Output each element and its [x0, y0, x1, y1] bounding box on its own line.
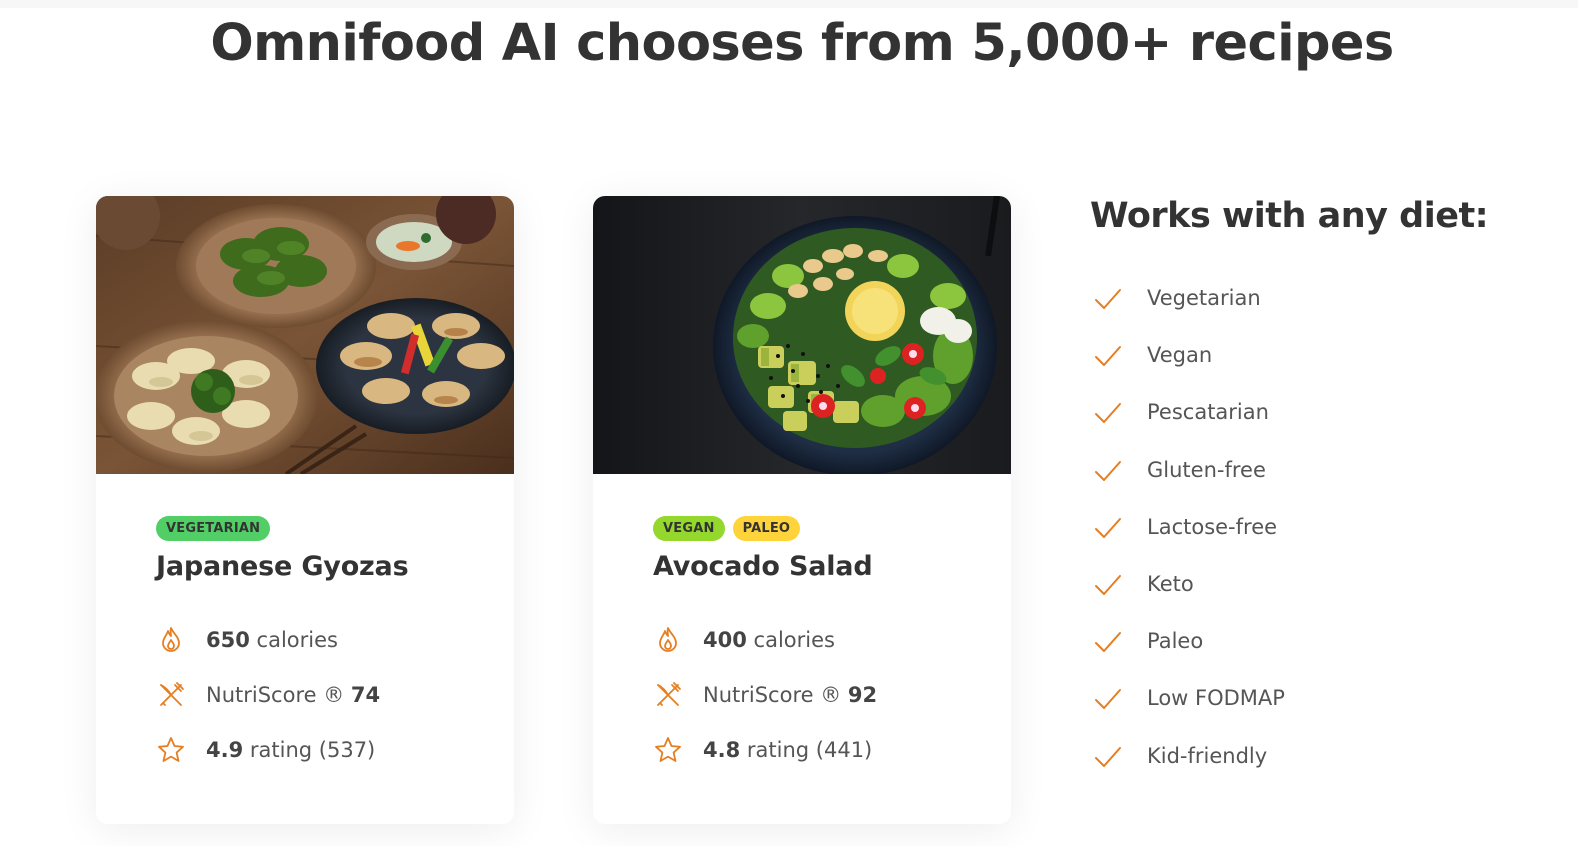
diet-item: Pescatarian: [1092, 396, 1285, 453]
top-band: [0, 0, 1578, 8]
tag-paleo: PALEO: [732, 516, 801, 541]
meal-calories: 400 calories: [653, 624, 835, 656]
meal-title[interactable]: Japanese Gyozas: [156, 551, 409, 582]
flame-icon: [653, 625, 683, 655]
diet-list: Vegetarian Vegan Pescatarian Gluten-free…: [1092, 282, 1285, 797]
meal-nutriscore: NutriScore ® 92: [653, 679, 877, 711]
meal-photo: [96, 196, 514, 474]
checkmark-icon: [1095, 517, 1121, 538]
diet-item: Lactose-free: [1092, 511, 1285, 568]
checkmark-icon: [1095, 403, 1121, 424]
section-heading: Omnifood AI chooses from 5,000+ recipes: [210, 14, 1394, 73]
flame-icon: [156, 625, 186, 655]
diet-item: Gluten-free: [1092, 454, 1285, 511]
meal-calories: 650 calories: [156, 624, 338, 656]
star-icon: [156, 735, 186, 765]
meal-card[interactable]: VEGETARIAN Japanese Gyozas 650 calories …: [96, 196, 514, 824]
diet-item: Vegan: [1092, 339, 1285, 396]
tag-list: VEGETARIAN: [156, 516, 271, 541]
meal-title[interactable]: Avocado Salad: [653, 551, 873, 582]
checkmark-icon: [1095, 289, 1121, 309]
meal-photo: [593, 196, 1011, 474]
tag-vegetarian: VEGETARIAN: [156, 516, 271, 541]
checkmark-icon: [1095, 574, 1121, 595]
meal-rating: 4.9 rating (537): [156, 734, 375, 766]
star-icon: [653, 735, 683, 765]
fork-knife-icon: [156, 680, 186, 710]
diet-list-title: Works with any diet:: [1090, 196, 1489, 236]
diet-item: Keto: [1092, 568, 1285, 625]
fork-knife-icon: [653, 680, 683, 710]
meal-card[interactable]: VEGAN PALEO Avocado Salad 400 calories N…: [593, 196, 1011, 824]
checkmark-icon: [1095, 460, 1121, 481]
checkmark-icon: [1095, 746, 1121, 767]
diet-item: Vegetarian: [1092, 282, 1285, 339]
tag-vegan: VEGAN: [653, 516, 725, 541]
diet-item: Low FODMAP: [1092, 682, 1285, 739]
tag-list: VEGAN PALEO: [653, 516, 801, 541]
diet-item: Kid-friendly: [1092, 740, 1285, 797]
diet-item: Paleo: [1092, 625, 1285, 682]
checkmark-icon: [1095, 632, 1121, 653]
checkmark-icon: [1095, 689, 1121, 710]
meal-nutriscore: NutriScore ® 74: [156, 679, 380, 711]
checkmark-icon: [1095, 346, 1121, 367]
meal-rating: 4.8 rating (441): [653, 734, 872, 766]
